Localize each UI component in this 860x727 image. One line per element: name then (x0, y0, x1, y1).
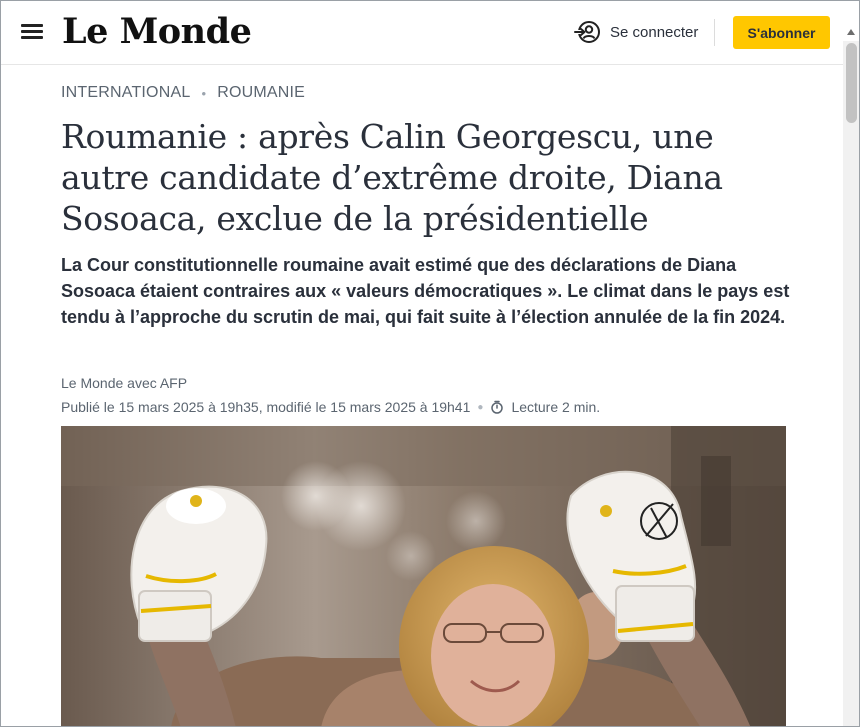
scrollbar-thumb[interactable] (846, 43, 857, 123)
reading-time: Lecture 2 min. (511, 399, 601, 415)
breadcrumb-separator: • (201, 85, 207, 101)
user-login-icon (574, 21, 600, 43)
publication-dates: Publié le 15 mars 2025 à 19h35, modifié … (61, 399, 471, 415)
site-logo[interactable]: Le Monde (62, 9, 252, 55)
site-header: Le Monde Se connecter S'abonner (1, 1, 859, 65)
scrollbar-track[interactable] (843, 41, 859, 726)
breadcrumb-roumanie[interactable]: ROUMANIE (217, 84, 305, 102)
article-meta: Publié le 15 mars 2025 à 19h35, modifié … (61, 399, 600, 415)
article-photo (61, 426, 786, 726)
login-button[interactable]: Se connecter (574, 18, 698, 46)
subscribe-button[interactable]: S'abonner (733, 16, 830, 49)
article-lede: La Cour constitutionnelle roumaine avait… (61, 255, 790, 327)
browser-viewport: Le Monde Se connecter S'abonner INTERNAT… (0, 0, 860, 727)
article-title: Roumanie : après Calin Georgescu, une au… (61, 117, 723, 238)
header-divider (714, 19, 715, 46)
hamburger-icon[interactable] (21, 21, 43, 41)
scroll-up-arrow-icon[interactable] (847, 29, 855, 35)
breadcrumb: INTERNATIONAL • ROUMANIE (61, 84, 305, 102)
breadcrumb-international[interactable]: INTERNATIONAL (61, 84, 190, 102)
login-label: Se connecter (610, 23, 699, 41)
meta-separator: ● (477, 401, 484, 413)
article-author: Le Monde avec AFP (61, 375, 188, 391)
stopwatch-icon (491, 400, 504, 414)
